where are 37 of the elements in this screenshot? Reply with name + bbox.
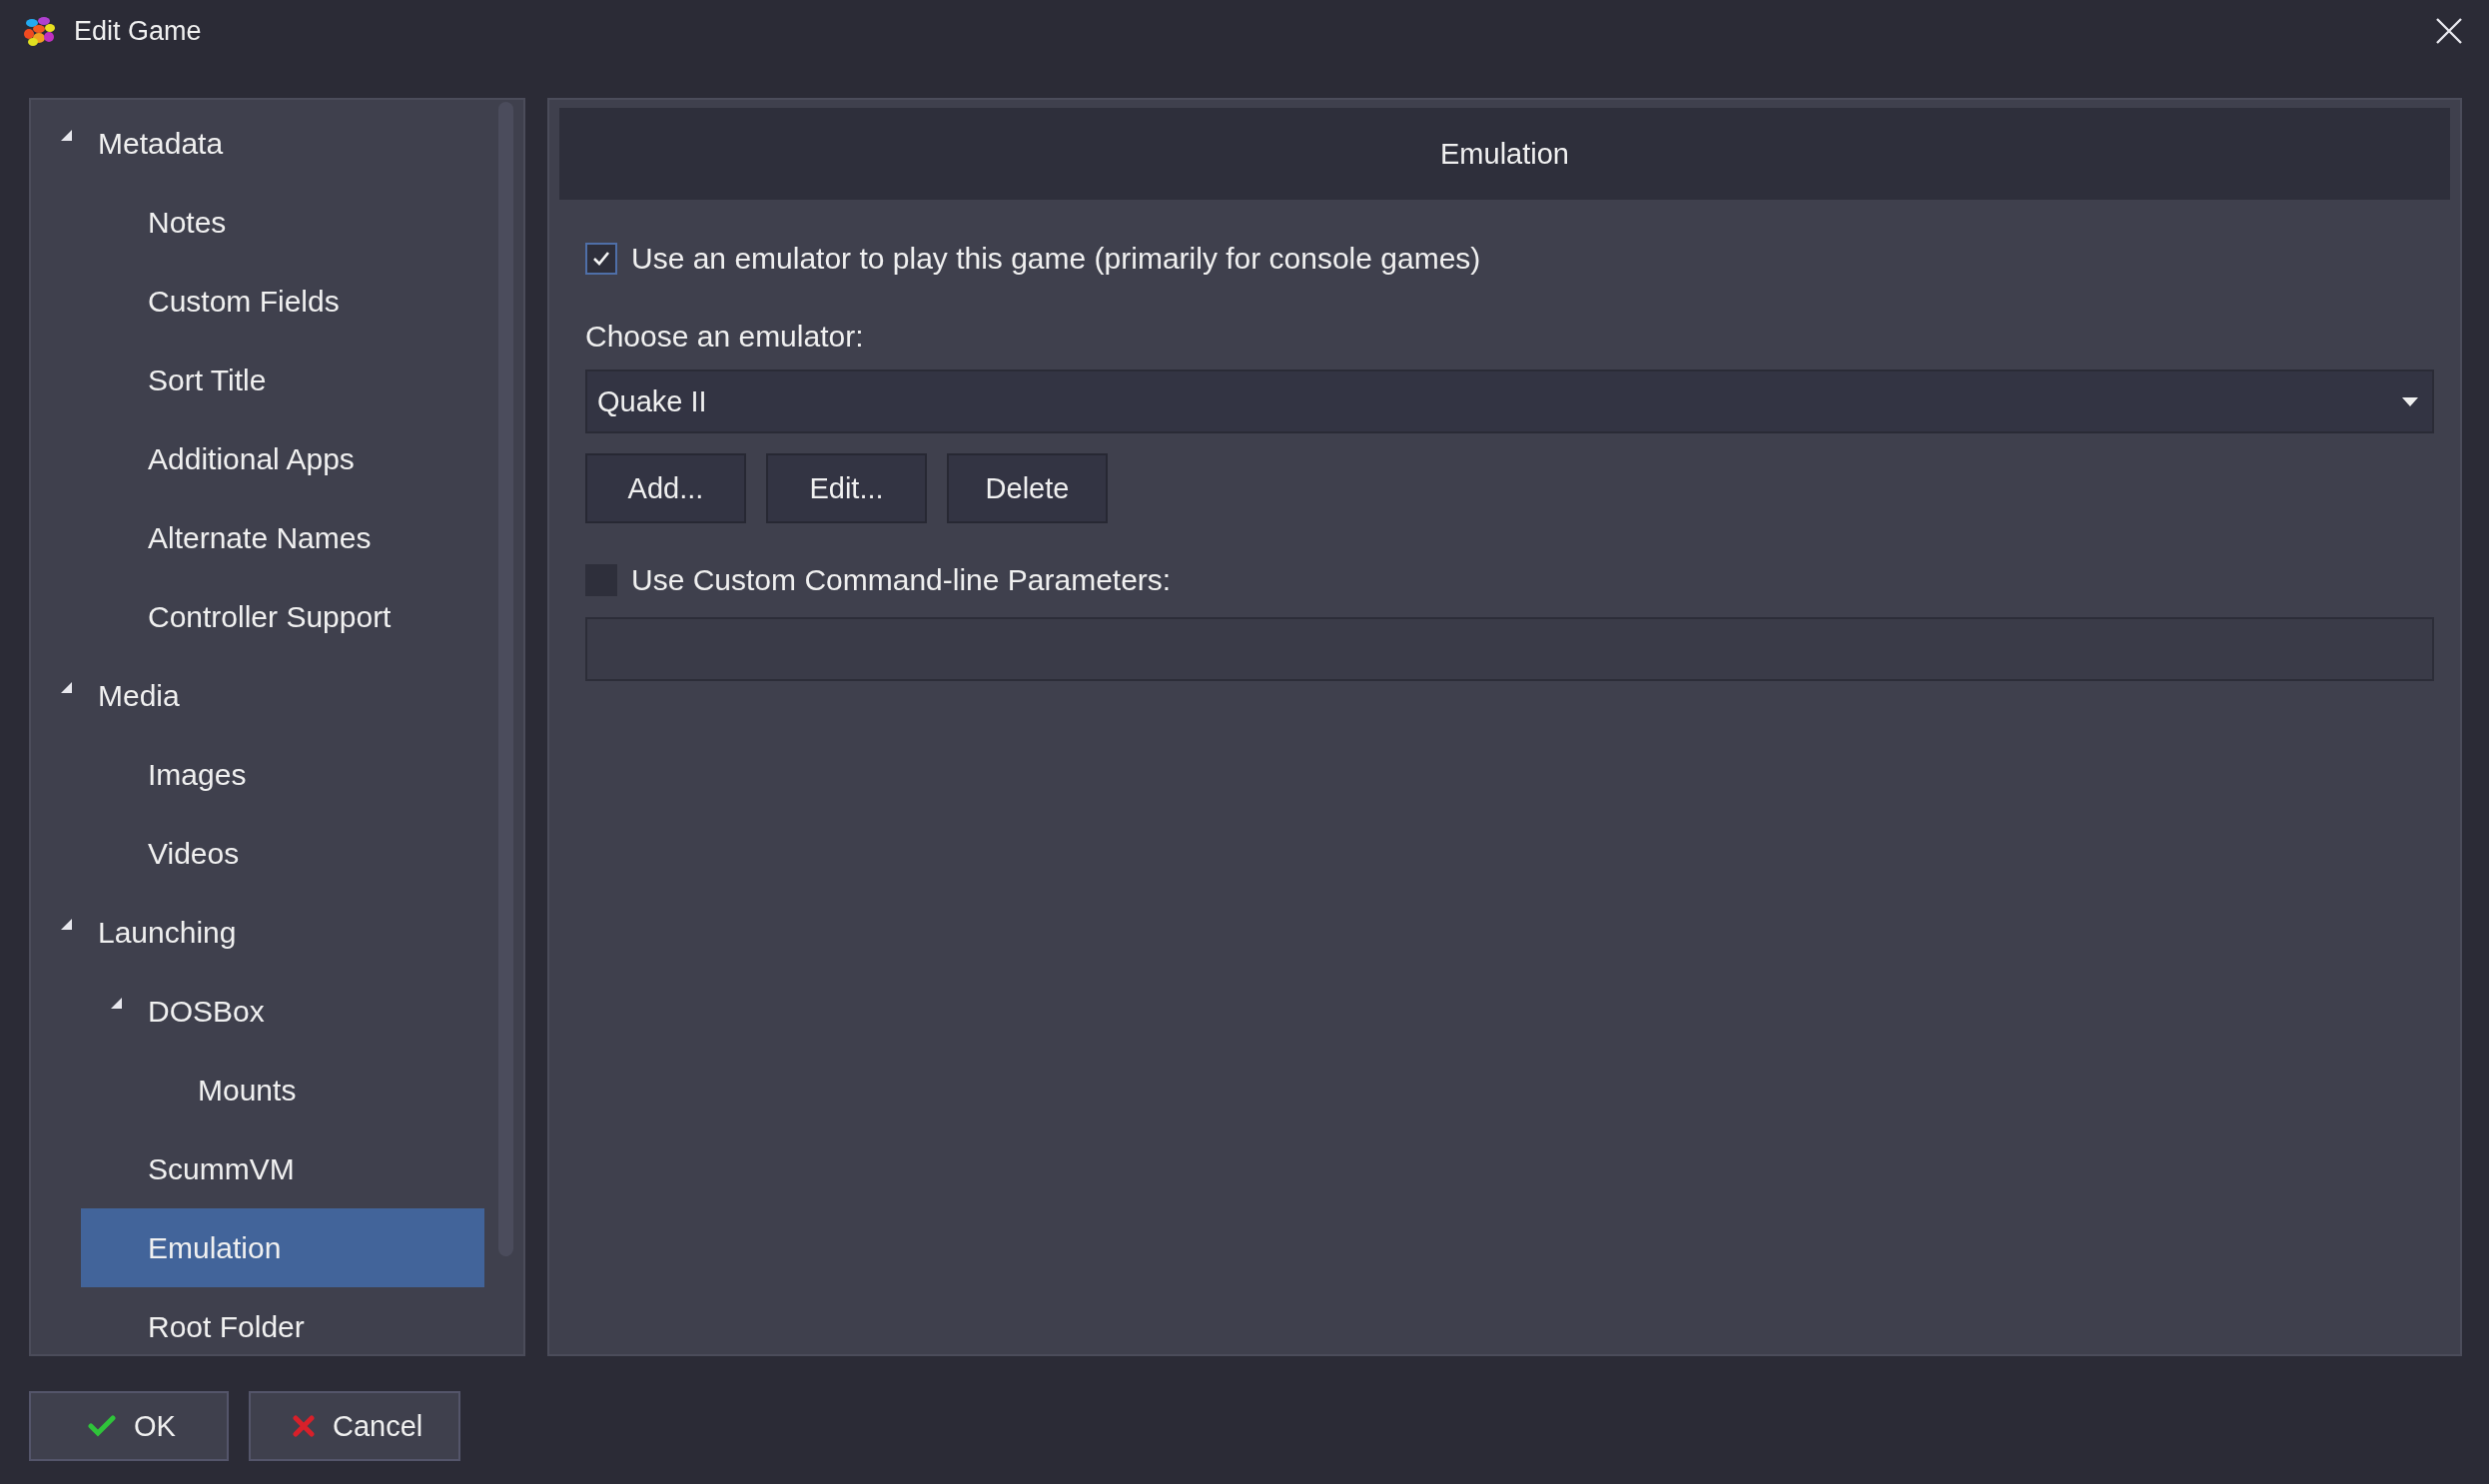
expanded-arrow-icon[interactable] bbox=[109, 996, 123, 1010]
action-button[interactable]: Delete bbox=[947, 453, 1108, 523]
action-button[interactable]: Add... bbox=[585, 453, 746, 523]
window-title: Edit Game bbox=[74, 15, 202, 47]
tree-item[interactable]: Mounts bbox=[198, 1051, 311, 1129]
cross-icon bbox=[293, 1415, 315, 1437]
tree-item[interactable]: ScummVM bbox=[148, 1129, 309, 1208]
tree-item[interactable]: Alternate Names bbox=[148, 498, 386, 577]
expanded-arrow-icon[interactable] bbox=[59, 917, 73, 931]
tree-item[interactable]: Additional Apps bbox=[148, 419, 369, 498]
tree-item[interactable]: Controller Support bbox=[148, 577, 406, 656]
field-label: Choose an emulator: bbox=[585, 320, 865, 354]
tree-item[interactable]: Media bbox=[98, 656, 194, 735]
checkbox-label: Use Custom Command-line Parameters: bbox=[631, 563, 1172, 597]
ok-button[interactable]: OK bbox=[29, 1391, 229, 1461]
section-header: Emulation bbox=[559, 108, 2450, 200]
expanded-arrow-icon[interactable] bbox=[59, 680, 73, 694]
tree-item[interactable]: DOSBox bbox=[148, 972, 279, 1051]
tree-item[interactable]: Sort Title bbox=[148, 341, 281, 419]
checkbox[interactable] bbox=[585, 243, 617, 275]
tree-item[interactable]: Custom Fields bbox=[148, 262, 354, 341]
expanded-arrow-icon[interactable] bbox=[59, 128, 73, 142]
emulator-dropdown[interactable]: Quake II bbox=[585, 370, 2434, 433]
app-logo-icon bbox=[22, 14, 56, 48]
checkmark-icon bbox=[88, 1415, 117, 1437]
tree-item[interactable]: Launching bbox=[98, 893, 251, 972]
checkmark-icon bbox=[592, 251, 610, 267]
dropdown-arrow-icon bbox=[2402, 396, 2418, 406]
tree-item[interactable]: Notes bbox=[148, 183, 241, 262]
cancel-button[interactable]: Cancel bbox=[249, 1391, 461, 1461]
tree-item[interactable]: Videos bbox=[148, 814, 254, 893]
tree-item[interactable]: Metadata bbox=[98, 104, 238, 183]
tree-item[interactable]: Emulation bbox=[81, 1208, 484, 1287]
tree-item[interactable]: Root Folder bbox=[148, 1287, 319, 1354]
action-button[interactable]: Edit... bbox=[766, 453, 927, 523]
tree-item[interactable]: Images bbox=[148, 735, 261, 814]
checkbox-label: Use an emulator to play this game (primarily for console games) bbox=[631, 242, 1481, 276]
